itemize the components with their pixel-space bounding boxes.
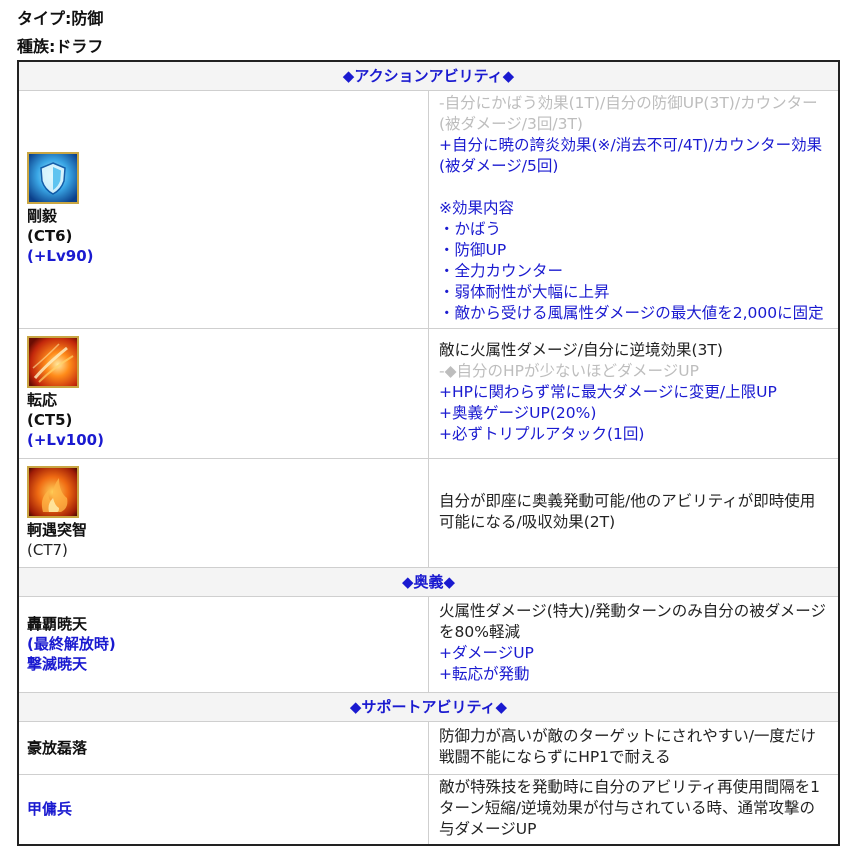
added-effect-line: +必ずトリプルアタック(1回) xyxy=(439,424,645,443)
added-effect-line: +自分に暁の誇炎効果(※/消去不可/4T)/カウンター効果(被ダメージ/5回) xyxy=(439,135,823,175)
removed-effect-line: -自分にかばう効果(1T)/自分の防御UP(3T)/カウンター(被ダメージ/3回… xyxy=(439,93,818,133)
base-effect-line: 敵に火属性ダメージ/自分に逆境効果(3T) xyxy=(439,340,723,359)
race-label: 種族:ドラフ xyxy=(17,37,104,56)
ougi-final-name: 撃滅暁天 xyxy=(27,655,88,673)
ougi-name: 轟覇暁天 xyxy=(27,615,88,633)
ability-row: 軻遇突智 (CT7) 自分が即座に奥義発動可能/他のアビリティが即時使用可能にな… xyxy=(17,457,840,568)
ougi-header: ◆奥義◆ xyxy=(17,566,840,597)
ability-name: 軻遇突智 xyxy=(27,520,88,539)
added-effect-line: +HPに関わらず常に最大ダメージに変更/上限UP xyxy=(439,382,777,401)
effect-note-line: ・弱体耐性が大幅に上昇 xyxy=(439,282,610,301)
effect-note-line: ・かばう xyxy=(439,219,502,238)
added-effect-line: +ダメージUP xyxy=(439,644,534,662)
ability-description: -自分にかばう効果(1T)/自分の防御UP(3T)/カウンター(被ダメージ/3回… xyxy=(428,89,840,329)
shield-icon xyxy=(27,152,79,204)
action-ability-header: ◆アクションアビリティ◆ xyxy=(17,60,840,91)
ability-name: 転応 xyxy=(27,391,58,409)
support-ability-header: ◆サポートアビリティ◆ xyxy=(17,691,840,722)
ougi-description: 火属性ダメージ(特大)/発動ターンのみ自分の被ダメージを80%軽減 +ダメージU… xyxy=(428,595,840,693)
support-name: 豪放磊落 xyxy=(27,738,88,757)
ability-name-cell: 軻遇突智 (CT7) xyxy=(17,457,429,568)
support-description: 敵が特殊技を発動時に自分のアビリティ再使用間隔を1ターン短縮/逆境効果が付与され… xyxy=(428,773,840,845)
ability-ct: (CT5) xyxy=(27,411,73,429)
support-name-cell: 豪放磊落 xyxy=(17,720,429,775)
added-effect-line: +奥義ゲージUP(20%) xyxy=(439,403,597,422)
flame-burst-icon xyxy=(27,465,79,518)
ability-table: ◆アクションアビリティ◆ 剛毅 (CT6) (+Lv90) -自分にかばう効果(… xyxy=(17,60,840,846)
ability-name-cell: 転応 (CT5) (+Lv100) xyxy=(17,327,429,459)
ability-ct: (CT7) xyxy=(27,540,68,559)
effect-note-line: ・全力カウンター xyxy=(439,261,564,280)
ability-ct: (CT6) xyxy=(27,227,73,245)
type-label: タイプ:防御 xyxy=(17,9,104,28)
ougi-row: 轟覇暁天 (最終解放時) 撃滅暁天 火属性ダメージ(特大)/発動ターンのみ自分の… xyxy=(17,595,840,693)
effect-note-line: ・防御UP xyxy=(439,240,507,259)
support-name-cell: 甲傭兵 xyxy=(17,773,429,845)
fire-icon xyxy=(27,336,79,388)
ability-description: 自分が即座に奥義発動可能/他のアビリティが即時使用可能になる/吸収効果(2T) xyxy=(428,457,840,568)
ability-row: 剛毅 (CT6) (+Lv90) -自分にかばう効果(1T)/自分の防御UP(3… xyxy=(17,89,840,329)
ability-level: (+Lv100) xyxy=(27,431,104,449)
ability-row: 転応 (CT5) (+Lv100) 敵に火属性ダメージ/自分に逆境効果(3T) … xyxy=(17,327,840,459)
ougi-final-unlock-label: (最終解放時) xyxy=(27,635,116,653)
support-row: 甲傭兵 敵が特殊技を発動時に自分のアビリティ再使用間隔を1ターン短縮/逆境効果が… xyxy=(17,773,840,845)
support-row: 豪放磊落 防御力が高いが敵のターゲットにされやすい/一度だけ戦闘不能にならずにH… xyxy=(17,720,840,775)
ability-name: 剛毅 xyxy=(27,207,58,225)
support-name: 甲傭兵 xyxy=(27,800,73,818)
base-effect-line: 火属性ダメージ(特大)/発動ターンのみ自分の被ダメージを80%軽減 xyxy=(439,602,826,641)
ougi-name-cell: 轟覇暁天 (最終解放時) 撃滅暁天 xyxy=(17,595,429,693)
effect-note-line: ※効果内容 xyxy=(439,198,514,217)
base-effect-line: 自分が即座に奥義発動可能/他のアビリティが即時使用可能になる/吸収効果(2T) xyxy=(439,491,816,531)
ability-name-cell: 剛毅 (CT6) (+Lv90) xyxy=(17,89,429,329)
added-effect-line: +転応が発動 xyxy=(439,665,530,683)
support-description: 防御力が高いが敵のターゲットにされやすい/一度だけ戦闘不能にならずにHP1で耐え… xyxy=(428,720,840,775)
effect-note-line: ・敵から受ける風属性ダメージの最大値を2,000に固定 xyxy=(439,303,824,322)
ability-level: (+Lv90) xyxy=(27,247,94,265)
ability-description: 敵に火属性ダメージ/自分に逆境効果(3T) -◆自分のHPが少ないほどダメージU… xyxy=(428,327,840,459)
removed-effect-line: -◆自分のHPが少ないほどダメージUP xyxy=(439,361,699,380)
